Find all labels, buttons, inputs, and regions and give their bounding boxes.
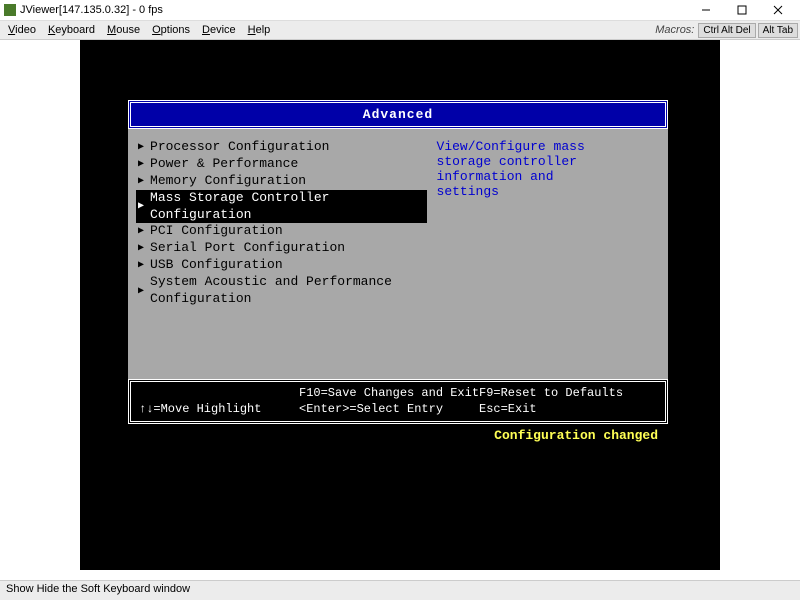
menu-options[interactable]: Options: [146, 22, 196, 38]
triangle-icon: ▶: [138, 175, 144, 188]
bios-item-processor[interactable]: ▶ Processor Configuration: [136, 139, 427, 156]
menu-video[interactable]: Video: [2, 22, 42, 38]
triangle-icon: ▶: [138, 242, 144, 255]
triangle-icon: ▶: [138, 225, 144, 238]
bios-item-acoustic[interactable]: ▶ System Acoustic and Performance Configu…: [136, 274, 427, 308]
triangle-icon: ▶: [138, 141, 144, 154]
bios-item-label: PCI Configuration: [150, 223, 283, 240]
kvm-viewport[interactable]: Advanced ▶ Processor Configuration ▶ Power…: [0, 40, 800, 580]
macro-ctrl-alt-del[interactable]: Ctrl Alt Del: [698, 23, 755, 38]
footer-hint: [139, 386, 299, 402]
footer-hint: ↑↓=Move Highlight: [139, 402, 299, 418]
statusbar: Show Hide the Soft Keyboard window: [0, 580, 800, 600]
footer-hint: <Enter>=Select Entry: [299, 402, 479, 418]
menu-mouse[interactable]: Mouse: [101, 22, 146, 38]
bios-item-label: USB Configuration: [150, 257, 283, 274]
triangle-icon: ▶: [138, 200, 144, 213]
window-titlebar: JViewer[147.135.0.32] - 0 fps: [0, 0, 800, 20]
bios-item-memory[interactable]: ▶ Memory Configuration: [136, 173, 427, 190]
macros-label: Macros:: [655, 24, 694, 36]
window-controls: [688, 0, 796, 20]
menu-keyboard[interactable]: Keyboard: [42, 22, 101, 38]
triangle-icon: ▶: [138, 158, 144, 171]
bios-item-power[interactable]: ▶ Power & Performance: [136, 156, 427, 173]
bios-help-text: View/Configure mass storage controller i…: [427, 139, 660, 369]
bios-item-label: Serial Port Configuration: [150, 240, 345, 257]
bios-item-serial[interactable]: ▶ Serial Port Configuration: [136, 240, 427, 257]
remote-screen[interactable]: Advanced ▶ Processor Configuration ▶ Power…: [80, 40, 720, 570]
bios-item-label: System Acoustic and Performance Configur…: [150, 274, 424, 308]
maximize-button[interactable]: [724, 0, 760, 20]
footer-hint: Esc=Exit: [479, 402, 537, 418]
menubar: Video Keyboard Mouse Options Device Help…: [0, 20, 800, 40]
bios-footer: F10=Save Changes and Exit F9=Reset to De…: [128, 379, 668, 424]
footer-hint: F10=Save Changes and Exit: [299, 386, 479, 402]
footer-hint: F9=Reset to Defaults: [479, 386, 623, 402]
bios-item-mass-storage[interactable]: ▶ Mass Storage Controller Configuration: [136, 190, 427, 224]
macros-area: Macros: Ctrl Alt Del Alt Tab: [655, 23, 798, 38]
macro-alt-tab[interactable]: Alt Tab: [758, 23, 798, 38]
menu-help[interactable]: Help: [242, 22, 277, 38]
bios-item-label: Memory Configuration: [150, 173, 306, 190]
bios-item-label: Power & Performance: [150, 156, 298, 173]
bios-item-usb[interactable]: ▶ USB Configuration: [136, 257, 427, 274]
bios-body: ▶ Processor Configuration ▶ Power & Perfor…: [128, 129, 668, 379]
bios-header: Advanced: [128, 100, 668, 129]
bios-footer-row: ↑↓=Move Highlight <Enter>=Select Entry E…: [139, 402, 657, 418]
bios-menu: ▶ Processor Configuration ▶ Power & Perfor…: [136, 139, 427, 369]
triangle-icon: ▶: [138, 285, 144, 298]
app-icon: [4, 4, 16, 16]
bios-item-label: Mass Storage Controller Configuration: [150, 190, 424, 224]
menu-device[interactable]: Device: [196, 22, 242, 38]
triangle-icon: ▶: [138, 259, 144, 272]
bios-item-label: Processor Configuration: [150, 139, 329, 156]
minimize-button[interactable]: [688, 0, 724, 20]
bios-setup: Advanced ▶ Processor Configuration ▶ Power…: [128, 100, 668, 443]
bios-item-pci[interactable]: ▶ PCI Configuration: [136, 223, 427, 240]
bios-footer-row: F10=Save Changes and Exit F9=Reset to De…: [139, 386, 657, 402]
statusbar-text: Show Hide the Soft Keyboard window: [6, 583, 190, 595]
bios-status-message: Configuration changed: [128, 424, 668, 443]
close-button[interactable]: [760, 0, 796, 20]
window-title: JViewer[147.135.0.32] - 0 fps: [20, 4, 688, 16]
